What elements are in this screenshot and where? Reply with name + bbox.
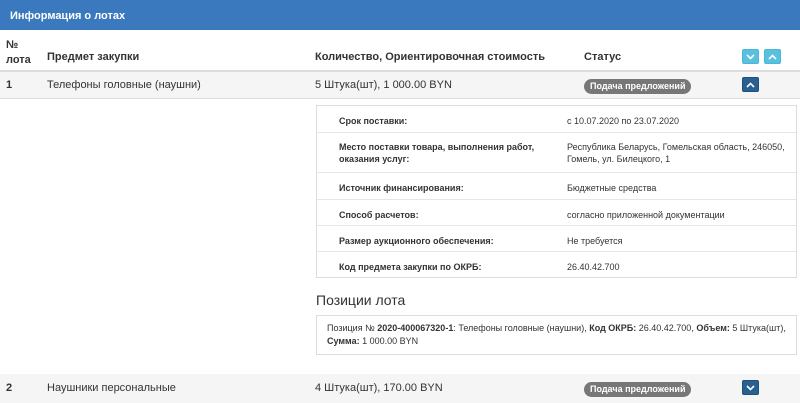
detail-row: Код предмета закупки по ОКРБ: 26.40.42.7… xyxy=(317,252,796,278)
position-sum-label: Сумма: xyxy=(327,336,360,346)
detail-label: Размер аукционного обеспечения: xyxy=(339,236,494,246)
position-okrb-label: Код ОКРБ: xyxy=(589,323,637,333)
lot-subject: Телефоны головные (наушни) xyxy=(47,79,201,91)
detail-value: согласно приложенной документации xyxy=(567,210,725,220)
detail-value: с 10.07.2020 по 23.07.2020 xyxy=(567,116,679,126)
detail-row: Источник финансирования: Бюджетные средс… xyxy=(317,173,796,200)
detail-value: Республика Беларусь, Гомельская область,… xyxy=(567,142,785,164)
column-header-quantity: Количество, Ориентировочная стоимость xyxy=(315,51,545,63)
detail-value: 26.40.42.700 xyxy=(567,262,620,272)
lot-number: 1 xyxy=(6,79,13,91)
chevron-down-icon xyxy=(746,53,755,60)
position-sum-value: 1 000.00 BYN xyxy=(359,336,419,346)
expand-lot-button[interactable] xyxy=(742,380,759,395)
position-okrb-value: 26.40.42.700, xyxy=(636,323,697,333)
detail-value: Не требуется xyxy=(567,236,623,246)
column-header-status: Статус xyxy=(584,51,622,63)
lot-positions-heading: Позиции лота xyxy=(316,292,406,308)
lot-quantity: 4 Штука(шт), 170.00 BYN xyxy=(315,382,443,394)
detail-label: Место поставки товара, выполнения работ,… xyxy=(339,142,535,164)
lot-position-item: Позиция № 2020-400067320-1: Телефоны гол… xyxy=(316,315,797,355)
expand-all-button[interactable] xyxy=(742,49,759,64)
detail-label: Код предмета закупки по ОКРБ: xyxy=(339,262,482,272)
lot-number: 2 xyxy=(6,382,13,394)
chevron-up-icon xyxy=(746,81,755,88)
position-prefix: Позиция № xyxy=(327,323,378,333)
column-header-lot-number: № лота xyxy=(6,39,31,66)
detail-label: Способ расчетов: xyxy=(339,210,419,220)
lot-subject: Наушники персональные xyxy=(47,382,176,394)
lot-details-panel: Срок поставки: с 10.07.2020 по 23.07.202… xyxy=(316,105,797,278)
lots-table-header: № лота Предмет закупки Количество, Ориен… xyxy=(0,30,800,72)
position-volume-value: 5 Штука(шт), xyxy=(729,323,786,333)
lots-panel-header: Информация о лотах xyxy=(0,0,800,30)
detail-label: Источник финансирования: xyxy=(339,183,464,193)
detail-row: Срок поставки: с 10.07.2020 по 23.07.202… xyxy=(317,106,796,133)
position-name: : Телефоны головные (наушни), xyxy=(453,323,590,333)
detail-row: Размер аукционного обеспечения: Не требу… xyxy=(317,226,796,252)
detail-row: Способ расчетов: согласно приложенной до… xyxy=(317,200,796,226)
chevron-up-icon xyxy=(768,53,777,60)
table-row[interactable]: 1 Телефоны головные (наушни) 5 Штука(шт)… xyxy=(0,72,800,99)
detail-row: Место поставки товара, выполнения работ,… xyxy=(317,133,796,173)
collapse-lot-button[interactable] xyxy=(742,77,759,92)
position-number: 2020-400067320-1 xyxy=(377,323,454,333)
panel-title: Информация о лотах xyxy=(10,10,126,22)
detail-value: Бюджетные средства xyxy=(567,183,657,193)
collapse-all-button[interactable] xyxy=(764,49,781,64)
lot-quantity: 5 Штука(шт), 1 000.00 BYN xyxy=(315,79,452,91)
column-header-subject: Предмет закупки xyxy=(47,51,140,63)
detail-label: Срок поставки: xyxy=(339,116,408,126)
status-badge: Подача предложений xyxy=(584,79,692,94)
table-row[interactable]: 2 Наушники персональные 4 Штука(шт), 170… xyxy=(0,374,800,403)
chevron-down-icon xyxy=(746,384,755,391)
status-badge: Подача предложений xyxy=(584,382,692,397)
position-volume-label: Объем: xyxy=(696,323,730,333)
